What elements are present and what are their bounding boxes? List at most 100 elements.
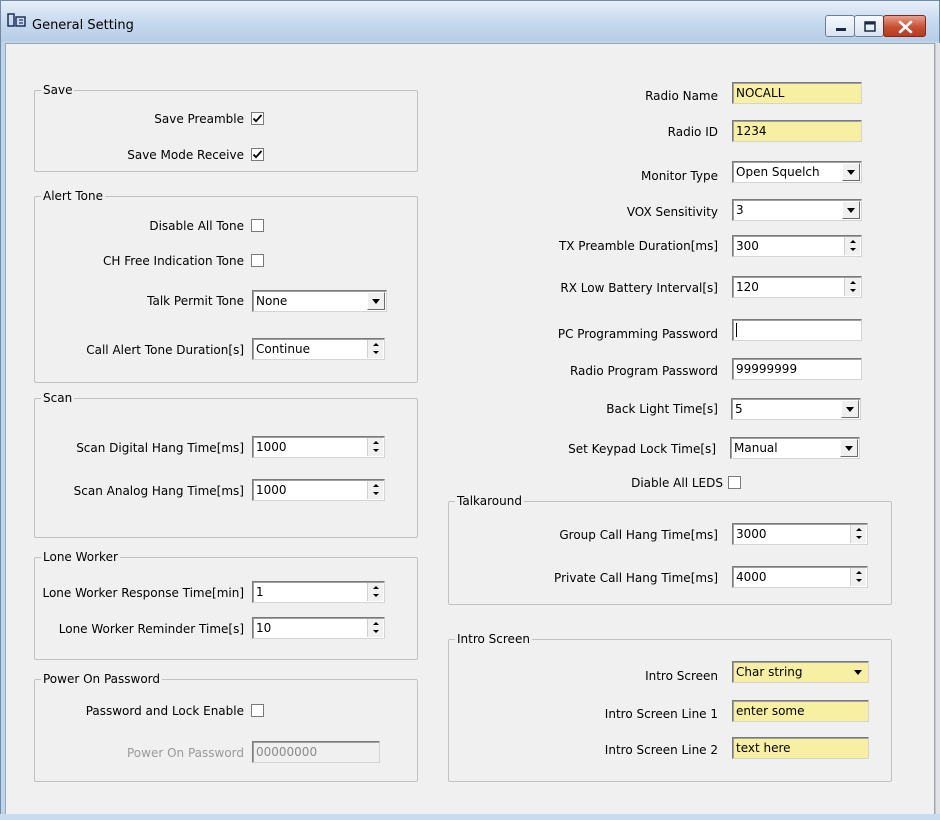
private-call-hang-time-spinner[interactable]: 4000: [732, 566, 868, 588]
talk-permit-tone-value: None: [256, 294, 288, 308]
minimize-icon: [836, 28, 846, 31]
text-cursor: [736, 323, 737, 337]
rx-low-battery-interval-label: RX Low Battery Interval[s]: [560, 281, 718, 295]
keypad-lock-time-value: Manual: [734, 441, 778, 455]
intro-screen-line2-field[interactable]: text here: [732, 737, 869, 759]
spinner-buttons[interactable]: [367, 481, 383, 499]
vox-sensitivity-dropdown[interactable]: 3: [732, 199, 862, 221]
chevron-down-icon[interactable]: [841, 400, 859, 418]
spinner-buttons[interactable]: [844, 278, 860, 296]
spinner-buttons[interactable]: [850, 568, 866, 586]
back-light-time-value: 5: [735, 402, 743, 416]
dialog-client-area: Save Save Preamble Save Mode Receive Ale…: [5, 43, 935, 815]
spin-down-icon[interactable]: [851, 577, 867, 586]
intro-screen-label: Intro Screen: [645, 669, 718, 683]
minimize-button[interactable]: [825, 15, 855, 37]
scan-digital-hang-time-spinner[interactable]: 1000: [252, 436, 385, 458]
window-bottom-border: [0, 814, 940, 820]
spinner-buttons[interactable]: [850, 525, 866, 543]
pc-programming-password-field[interactable]: [732, 319, 862, 341]
lone-worker-reminder-time-spinner[interactable]: 10: [252, 617, 385, 639]
monitor-type-label: Monitor Type: [641, 169, 718, 183]
radio-program-password-value: 99999999: [736, 362, 798, 376]
spin-up-icon[interactable]: [368, 481, 384, 490]
disable-all-leds-checkbox[interactable]: [728, 476, 741, 489]
spin-up-icon[interactable]: [845, 278, 861, 287]
tx-preamble-duration-label: TX Preamble Duration[ms]: [558, 239, 718, 253]
chevron-down-icon[interactable]: [842, 201, 860, 219]
spin-down-icon[interactable]: [851, 534, 867, 543]
spin-up-icon[interactable]: [368, 583, 384, 592]
chevron-down-icon[interactable]: [367, 292, 385, 310]
group-call-hang-time-spinner[interactable]: 3000: [732, 523, 868, 545]
radio-name-field[interactable]: NOCALL: [732, 82, 862, 104]
spinner-buttons[interactable]: [844, 237, 860, 255]
spin-down-icon[interactable]: [368, 349, 384, 358]
save-preamble-checkbox[interactable]: [251, 112, 264, 125]
spin-down-icon[interactable]: [845, 287, 861, 296]
monitor-type-dropdown[interactable]: Open Squelch: [732, 161, 862, 183]
back-light-time-label: Back Light Time[s]: [606, 402, 718, 416]
spin-up-icon[interactable]: [851, 568, 867, 577]
radio-name-label: Radio Name: [645, 89, 718, 103]
spinner-buttons[interactable]: [367, 583, 383, 601]
spinner-buttons[interactable]: [367, 340, 383, 358]
title-bar[interactable]: General Setting: [1, 1, 939, 41]
intro-screen-dropdown[interactable]: Char string: [732, 661, 869, 683]
pc-programming-password-label: PC Programming Password: [557, 327, 718, 341]
intro-screen-group-title: Intro Screen: [455, 632, 532, 646]
close-button[interactable]: [883, 15, 926, 37]
talk-permit-tone-dropdown[interactable]: None: [252, 290, 387, 312]
maximize-button[interactable]: [854, 15, 884, 37]
intro-screen-line1-field[interactable]: enter some: [732, 700, 869, 722]
save-mode-receive-label: Save Mode Receive: [127, 148, 244, 162]
tx-preamble-duration-spinner[interactable]: 300: [732, 235, 862, 257]
spin-up-icon[interactable]: [368, 619, 384, 628]
scan-group: Scan: [34, 391, 418, 538]
save-mode-receive-checkbox[interactable]: [251, 148, 264, 161]
power-on-password-field[interactable]: 00000000: [252, 741, 380, 763]
intro-screen-line1-value: enter some: [736, 704, 805, 718]
call-alert-tone-duration-spinner[interactable]: Continue: [252, 338, 385, 360]
password-lock-enable-checkbox[interactable]: [251, 704, 264, 717]
spin-down-icon[interactable]: [845, 246, 861, 255]
talk-permit-tone-label: Talk Permit Tone: [147, 294, 244, 308]
spin-up-icon[interactable]: [368, 438, 384, 447]
spin-up-icon[interactable]: [845, 237, 861, 246]
tx-preamble-duration-value: 300: [736, 239, 759, 253]
vox-sensitivity-label: VOX Sensitivity: [626, 205, 718, 219]
spin-up-icon[interactable]: [851, 525, 867, 534]
rx-low-battery-interval-spinner[interactable]: 120: [732, 276, 862, 298]
lone-worker-response-time-spinner[interactable]: 1: [252, 581, 385, 603]
scan-analog-hang-time-spinner[interactable]: 1000: [252, 479, 385, 501]
radio-id-field[interactable]: 1234: [732, 120, 862, 142]
password-lock-enable-label: Password and Lock Enable: [85, 704, 244, 718]
monitor-type-value: Open Squelch: [736, 165, 820, 179]
checkmark-icon: [252, 150, 263, 159]
spin-down-icon[interactable]: [368, 490, 384, 499]
disable-all-tone-checkbox[interactable]: [251, 219, 264, 232]
ch-free-indication-tone-checkbox[interactable]: [251, 254, 264, 267]
scrollbar[interactable]: [935, 43, 940, 815]
spinner-buttons[interactable]: [367, 619, 383, 637]
spin-down-icon[interactable]: [368, 447, 384, 456]
close-icon: [898, 20, 913, 34]
private-call-hang-time-value: 4000: [736, 570, 767, 584]
spin-down-icon[interactable]: [368, 628, 384, 637]
spin-up-icon[interactable]: [368, 340, 384, 349]
back-light-time-dropdown[interactable]: 5: [731, 398, 861, 420]
power-on-password-label: Power On Password: [126, 746, 244, 760]
radio-program-password-label: Radio Program Password: [569, 364, 718, 378]
keypad-lock-time-dropdown[interactable]: Manual: [730, 437, 860, 459]
intro-screen-line2-value: text here: [736, 741, 791, 755]
spinner-buttons[interactable]: [367, 438, 383, 456]
intro-screen-line2-label: Intro Screen Line 2: [604, 743, 718, 757]
radio-program-password-field[interactable]: 99999999: [732, 358, 862, 380]
chevron-down-icon[interactable]: [842, 163, 860, 181]
power-on-password-value: 00000000: [256, 745, 318, 759]
chevron-down-icon[interactable]: [840, 439, 858, 457]
spin-down-icon[interactable]: [368, 592, 384, 601]
lone-worker-response-time-value: 1: [256, 585, 264, 599]
radio-settings-icon: [7, 13, 26, 27]
chevron-down-icon[interactable]: [849, 663, 867, 681]
